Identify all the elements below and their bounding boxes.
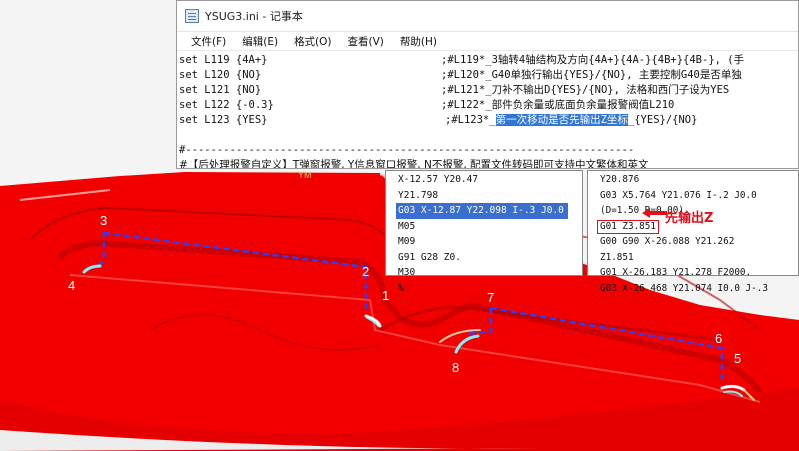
menu-help[interactable]: 帮助(H) [400, 34, 437, 49]
text-line: set L119 {4A+} ;#L119*_3轴转4轴结构及方向{4A+}{4A… [177, 53, 798, 68]
setting-key: set L121 {NO} [179, 84, 262, 96]
gcode-line-selected[interactable]: G03 X-12.87 Y22.098 I-.3 J0.0 [396, 203, 568, 219]
comment-prefix: ;#L123*_ [445, 114, 496, 126]
gcode-line: G01 X-26.183 Y21.278 F2000. [600, 267, 752, 278]
text-line: set L122 {-0.3} ;#L122*_部件负余量或底面负余量报警阀值L2… [177, 98, 798, 113]
setting-comment: ;#L123*_第一次移动是否先输出Z坐标_{YES}/{NO} [445, 113, 697, 128]
setting-comment: ;#L119*_3轴转4轴结构及方向{4A+}{4A-}{4B+}{4B-}, … [441, 54, 745, 66]
toolpath-label-2: 2 [362, 264, 369, 279]
menu-bar: 文件(F) 编辑(E) 格式(O) 查看(V) 帮助(H) [177, 32, 798, 51]
gcode-line: M05 [398, 220, 416, 232]
toolpath-label-4: 4 [68, 278, 75, 293]
gcode-line: G00 G90 X-26.088 Y21.262 [600, 236, 735, 247]
notepad-titlebar[interactable]: YSUG3.ini - 记事本 [177, 1, 798, 32]
alarm-comment: #【后处理报警自定义】T弹窗报警, Y信息窗口报警, N不报警, 配置文件转码即… [179, 159, 649, 169]
selected-text[interactable]: 第一次移动是否先输出Z坐标 [495, 114, 628, 126]
toolpath-label-1: 1 [382, 288, 389, 303]
gcode-line: Y21.798 [398, 189, 439, 201]
menu-edit[interactable]: 编辑(E) [242, 34, 278, 49]
text-line: #【后处理报警自定义】T弹窗报警, Y信息窗口报警, N不报警, 配置文件转码即… [177, 158, 798, 169]
setting-key: set L119 {4A+} [179, 54, 268, 66]
gcode-line: G03 X-26.468 Y21.074 I0.0 J-.3 [600, 282, 768, 294]
gcode-panel-left[interactable]: X-12.57 Y20.47 Y21.798 G03 X-12.87 Y22.0… [385, 170, 583, 294]
text-line: set L123 {YES} ;#L123*_第一次移动是否先输出Z坐标_{YES… [177, 113, 798, 128]
separator-line: #---------------------------------------… [179, 144, 635, 156]
gcode-line: % [398, 282, 404, 294]
watermark: YM [298, 170, 312, 180]
window-title: YSUG3.ini - 记事本 [205, 10, 303, 23]
gcode-line: Z1.851 [600, 251, 634, 263]
notepad-icon [185, 9, 199, 23]
gcode-line: M09 [398, 236, 416, 247]
setting-key: set L122 {-0.3} [179, 99, 274, 111]
toolpath-label-6: 6 [715, 331, 722, 346]
setting-comment: ;#L121*_刀补不输出D{YES}/{NO}, 法格和西门子设为YES [441, 84, 730, 96]
gcode-line: M30 [398, 267, 416, 278]
setting-comment: ;#L120*_G40单独行输出{YES}/{NO}, 主要控制G40是否单独 [441, 69, 742, 81]
gcode-line-highlighted[interactable]: G01 Z3.851 [597, 219, 659, 234]
menu-format[interactable]: 格式(O) [294, 34, 331, 49]
toolpath-label-5: 5 [734, 351, 741, 366]
text-line: #---------------------------------------… [177, 143, 798, 158]
text-line: set L120 {NO} ;#L120*_G40单独行输出{YES}/{NO},… [177, 68, 798, 83]
setting-comment: ;#L122*_部件负余量或底面负余量报警阀值L210 [441, 99, 675, 111]
menu-file[interactable]: 文件(F) [191, 34, 226, 49]
setting-key: set L123 {YES} [179, 114, 268, 126]
gcode-line: X-12.57 Y20.47 [398, 174, 479, 185]
toolpath-label-3: 3 [100, 213, 107, 228]
toolpath-label-8: 8 [452, 360, 459, 375]
comment-suffix: _{YES}/{NO} [627, 114, 698, 126]
annotation-label: 先输出Z [665, 211, 714, 226]
gcode-line: G91 G28 Z0. [398, 251, 461, 263]
menu-view[interactable]: 查看(V) [348, 34, 384, 49]
notepad-window[interactable]: YSUG3.ini - 记事本 文件(F) 编辑(E) 格式(O) 查看(V) … [176, 0, 799, 169]
setting-key: set L120 {NO} [179, 69, 262, 81]
text-line: set L121 {NO} ;#L121*_刀补不输出D{YES}/{NO}, 法… [177, 83, 798, 98]
notepad-text-area[interactable]: set L119 {4A+} ;#L119*_3轴转4轴结构及方向{4A+}{4A… [177, 51, 798, 169]
gcode-line: G03 X5.764 Y21.076 I-.2 J0.0 [600, 189, 757, 201]
gcode-line: Y20.876 [600, 174, 640, 185]
